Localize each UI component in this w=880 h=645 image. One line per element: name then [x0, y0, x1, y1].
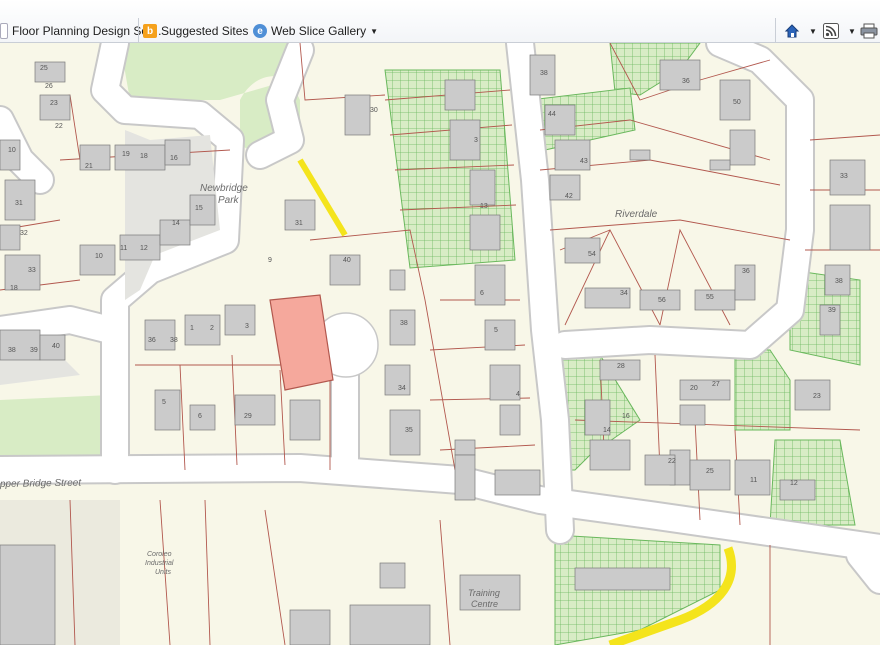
label-industrial-1: Coroleo — [147, 551, 172, 558]
house-number: 25 — [706, 468, 714, 475]
print-button[interactable] — [860, 21, 878, 41]
label-riverdale: Riverdale — [615, 209, 658, 220]
house-number: 31 — [295, 220, 303, 227]
label-newbridge: Newbridge — [200, 183, 248, 194]
house-number: 18 — [10, 285, 18, 292]
house-number: 34 — [398, 385, 406, 392]
home-button[interactable] — [784, 21, 800, 41]
house-number: 3 — [245, 323, 249, 330]
home-icon — [784, 24, 800, 38]
house-number: 25 — [40, 65, 48, 72]
house-number: 6 — [198, 413, 202, 420]
rss-icon — [823, 23, 839, 39]
house-number: 43 — [580, 158, 588, 165]
house-number: 14 — [603, 427, 611, 434]
house-number: 54 — [588, 251, 596, 258]
house-number: 32 — [20, 230, 28, 237]
house-number: 19 — [122, 151, 130, 158]
house-number: 16 — [170, 155, 178, 162]
house-number: 35 — [405, 427, 413, 434]
house-number: 11 — [750, 477, 757, 484]
house-number: 39 — [828, 307, 836, 314]
house-number: 22 — [668, 458, 676, 465]
house-number: 28 — [617, 363, 625, 370]
house-number: 36 — [742, 268, 750, 275]
house-number: 55 — [706, 294, 714, 301]
house-number: 34 — [620, 290, 628, 297]
grass-area — [0, 395, 110, 460]
feeds-button[interactable] — [823, 21, 839, 41]
label-park: Park — [218, 195, 240, 206]
house-number: 6 — [480, 290, 484, 297]
favorites-bar: Floor Planning Design Sof... b Suggested… — [0, 0, 880, 43]
printer-icon — [860, 23, 878, 39]
house-number: 38 — [540, 70, 548, 77]
house-number: 50 — [733, 99, 741, 106]
house-number: 26 — [45, 83, 53, 90]
house-number: 22 — [55, 123, 63, 130]
bing-icon: b — [143, 24, 157, 38]
house-number: 11 — [120, 245, 127, 252]
site-map: Newbridge Park Riverdale pper Bridge Str… — [0, 43, 880, 645]
label-training-1: Training — [468, 588, 500, 598]
house-number: 33 — [28, 267, 36, 274]
house-number: 14 — [172, 220, 180, 227]
house-number: 13 — [480, 203, 488, 210]
label-industrial-2: Industrial — [145, 560, 174, 567]
web-slice-gallery-label: Web Slice Gallery — [271, 24, 367, 38]
house-number: 5 — [162, 399, 166, 406]
house-number: 20 — [690, 385, 698, 392]
house-number: 38 — [400, 320, 408, 327]
house-number: 31 — [15, 200, 23, 207]
house-number: 36 — [682, 78, 690, 85]
house-number: 10 — [8, 147, 16, 154]
house-number: 5 — [494, 327, 498, 334]
suggested-sites-button[interactable]: b Suggested Sites ▼ — [143, 20, 260, 42]
label-street: pper Bridge Street — [0, 478, 82, 490]
feeds-dropdown[interactable]: ▼ — [844, 21, 856, 41]
house-number: 40 — [52, 343, 60, 350]
house-number: 23 — [813, 393, 821, 400]
house-number: 36 — [148, 337, 156, 344]
house-number: 9 — [268, 257, 272, 264]
house-number: 27 — [712, 381, 720, 388]
chevron-down-icon: ▼ — [809, 26, 817, 36]
toolbar-divider — [775, 18, 776, 42]
web-slice-icon: e — [253, 24, 267, 38]
house-number: 18 — [140, 153, 148, 160]
house-number: 1 — [190, 325, 194, 332]
label-industrial-3: Units — [155, 569, 171, 576]
house-number: 44 — [548, 111, 556, 118]
house-number: 29 — [244, 413, 252, 420]
favorite-tab-label: Floor Planning Design Sof... — [12, 24, 162, 38]
house-number: 56 — [658, 297, 666, 304]
house-number: 15 — [195, 205, 203, 212]
house-number: 10 — [95, 253, 103, 260]
house-number: 2 — [210, 325, 214, 332]
house-number: 40 — [343, 257, 351, 264]
house-number: 39 — [30, 347, 38, 354]
house-number: 16 — [622, 413, 630, 420]
house-number: 38 — [170, 337, 178, 344]
house-number: 38 — [835, 278, 843, 285]
house-number: 3 — [474, 137, 478, 144]
house-number: 30 — [370, 107, 378, 114]
house-number: 33 — [840, 173, 848, 180]
suggested-sites-label: Suggested Sites — [161, 24, 249, 38]
house-number: 21 — [85, 163, 93, 170]
web-slice-gallery-button[interactable]: e Web Slice Gallery ▼ — [253, 20, 378, 42]
house-number: 4 — [516, 391, 520, 398]
house-number: 12 — [140, 245, 148, 252]
toolbar-divider — [138, 18, 139, 42]
chevron-down-icon: ▼ — [848, 26, 856, 36]
chevron-down-icon: ▼ — [370, 26, 379, 36]
map-view[interactable]: Newbridge Park Riverdale pper Bridge Str… — [0, 43, 880, 645]
house-number: 38 — [8, 347, 16, 354]
home-dropdown[interactable]: ▼ — [805, 21, 817, 41]
house-number: 23 — [50, 100, 58, 107]
label-training-2: Centre — [471, 599, 498, 609]
house-number: 42 — [565, 193, 573, 200]
page-icon — [0, 23, 8, 39]
house-number: 12 — [790, 480, 798, 487]
